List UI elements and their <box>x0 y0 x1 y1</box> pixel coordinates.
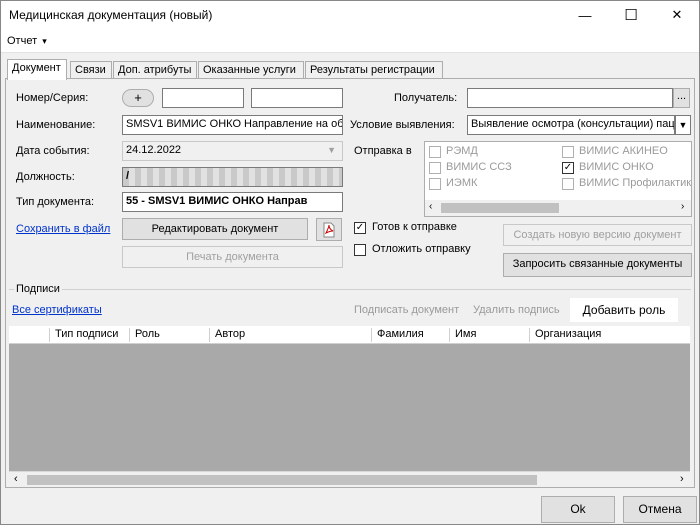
send-to-label: Отправка в <box>354 145 412 157</box>
column-role[interactable]: Роль <box>129 328 160 342</box>
tab-document[interactable]: Документ <box>7 59 67 80</box>
scroll-right-icon[interactable]: › <box>681 201 684 212</box>
name-label: Наименование: <box>16 119 96 131</box>
send-target-akineo-label: ВИМИС АКИНЕО <box>579 145 668 157</box>
send-target-remd-checkbox[interactable] <box>429 146 441 158</box>
send-targets-list: РЭМД ВИМИС АКИНЕО ВИМИС ССЗ ✓ ВИМИС ОНКО… <box>424 141 692 217</box>
send-target-remd-label: РЭМД <box>446 145 478 157</box>
tab-services[interactable]: Оказанные услуги <box>198 61 304 79</box>
tab-registration-results[interactable]: Результаты регистрации <box>305 61 443 79</box>
maximize-button[interactable]: ☐ <box>609 1 653 29</box>
save-to-file-link[interactable]: Сохранить в файл <box>16 223 110 235</box>
send-targets-hscroll[interactable]: ‹ › <box>425 200 691 216</box>
send-target-prof-checkbox[interactable] <box>562 178 574 190</box>
tab-extra-attributes[interactable]: Доп. атрибуты <box>113 61 197 79</box>
minimize-button[interactable]: — <box>563 1 607 29</box>
print-document-button[interactable]: Печать документа <box>122 246 343 268</box>
send-target-ssz-label: ВИМИС ССЗ <box>446 161 512 173</box>
menu-bar: Отчет ▾ <box>1 29 699 53</box>
column-first-name[interactable]: Имя <box>449 328 476 342</box>
doctype-input[interactable]: 55 - SMSV1 ВИМИС ОНКО Направ <box>122 192 343 212</box>
minimize-icon: — <box>578 7 592 23</box>
number-series-label: Номер/Серия: <box>16 92 89 104</box>
event-date-input[interactable]: 24.12.2022 ▼ <box>122 141 343 161</box>
dialog-window: Медицинская документация (новый) — ☐ ✕ О… <box>0 0 700 525</box>
close-icon: ✕ <box>671 7 683 22</box>
recipient-browse-button[interactable]: ... <box>673 88 690 108</box>
ok-button[interactable]: Ok <box>541 496 615 523</box>
pdf-icon <box>323 222 335 238</box>
maximize-icon: ☐ <box>624 7 638 24</box>
add-number-button[interactable]: + <box>122 89 154 107</box>
menu-report[interactable]: Отчет ▾ <box>7 35 47 47</box>
send-target-iemk-label: ИЭМК <box>446 177 478 189</box>
column-author[interactable]: Автор <box>209 328 245 342</box>
doctype-label: Тип документа: <box>16 196 95 208</box>
window-title: Медицинская документация (новый) <box>9 8 213 22</box>
postpone-send-checkbox[interactable] <box>354 244 366 256</box>
sign-document-button[interactable]: Подписать документ <box>354 304 459 316</box>
edit-document-button[interactable]: Редактировать документ <box>122 218 308 240</box>
position-input[interactable]: / <box>122 167 343 187</box>
condition-value: Выявление осмотра (консультации) паци <box>471 118 675 130</box>
tab-links[interactable]: Связи <box>70 61 112 79</box>
scroll-thumb[interactable] <box>441 203 559 213</box>
ready-to-send-label: Готов к отправке <box>372 221 457 233</box>
condition-dropdown-icon[interactable]: ▼ <box>675 115 691 135</box>
send-target-onko-label: ВИМИС ОНКО <box>579 161 654 173</box>
event-date-label: Дата события: <box>16 145 90 157</box>
title-bar: Медицинская документация (новый) — ☐ ✕ <box>1 1 699 29</box>
request-linked-docs-button[interactable]: Запросить связанные документы <box>503 253 692 277</box>
signatures-grid-hscroll[interactable]: ‹ › <box>9 471 690 487</box>
document-tab-panel: Номер/Серия: + Получатель: ... Наименова… <box>5 78 695 488</box>
position-value: / <box>126 170 130 182</box>
send-target-prof-label: ВИМИС Профилактик <box>579 177 692 189</box>
position-label: Должность: <box>16 171 75 183</box>
grid-scroll-thumb[interactable] <box>27 475 537 485</box>
delete-signature-button[interactable]: Удалить подпись <box>473 304 560 316</box>
column-last-name[interactable]: Фамилия <box>371 328 424 342</box>
recipient-input[interactable] <box>467 88 673 108</box>
send-target-akineo-checkbox[interactable] <box>562 146 574 158</box>
all-certificates-link[interactable]: Все сертификаты <box>12 304 102 316</box>
send-target-ssz-checkbox[interactable] <box>429 162 441 174</box>
chevron-down-icon: ▾ <box>42 36 47 46</box>
scroll-left-icon[interactable]: ‹ <box>14 473 18 485</box>
name-input[interactable]: SMSV1 ВИМИС ОНКО Направление на обсл <box>122 115 343 135</box>
column-organization[interactable]: Организация <box>529 328 601 342</box>
condition-select[interactable]: Выявление осмотра (консультации) паци <box>467 115 675 135</box>
scroll-left-icon[interactable]: ‹ <box>429 201 432 212</box>
postpone-send-label: Отложить отправку <box>372 243 471 255</box>
menu-report-label: Отчет <box>7 35 38 47</box>
send-target-onko-checkbox[interactable]: ✓ <box>562 162 574 174</box>
signatures-group-label: Подписи <box>14 283 62 295</box>
send-target-iemk-checkbox[interactable] <box>429 178 441 190</box>
event-date-value: 24.12.2022 <box>126 144 182 156</box>
signatures-group-line <box>9 289 691 290</box>
cancel-button[interactable]: Отмена <box>623 496 697 523</box>
add-role-button[interactable]: Добавить роль <box>570 298 678 322</box>
condition-label: Условие выявления: <box>350 119 455 131</box>
signatures-grid-header: Тип подписи Роль Автор Фамилия Имя Орган… <box>9 326 690 344</box>
close-button[interactable]: ✕ <box>655 1 699 29</box>
ready-to-send-checkbox[interactable]: ✓ <box>354 222 366 234</box>
pdf-export-button[interactable] <box>316 218 342 241</box>
number-input[interactable] <box>162 88 244 108</box>
recipient-label: Получатель: <box>394 92 458 104</box>
series-input[interactable] <box>251 88 343 108</box>
chevron-down-icon: ▼ <box>327 145 336 155</box>
create-new-version-button[interactable]: Создать новую версию документ <box>503 224 692 246</box>
column-signature-type[interactable]: Тип подписи <box>49 328 118 342</box>
signatures-grid-body[interactable] <box>9 344 690 471</box>
scroll-right-icon[interactable]: › <box>680 473 684 485</box>
